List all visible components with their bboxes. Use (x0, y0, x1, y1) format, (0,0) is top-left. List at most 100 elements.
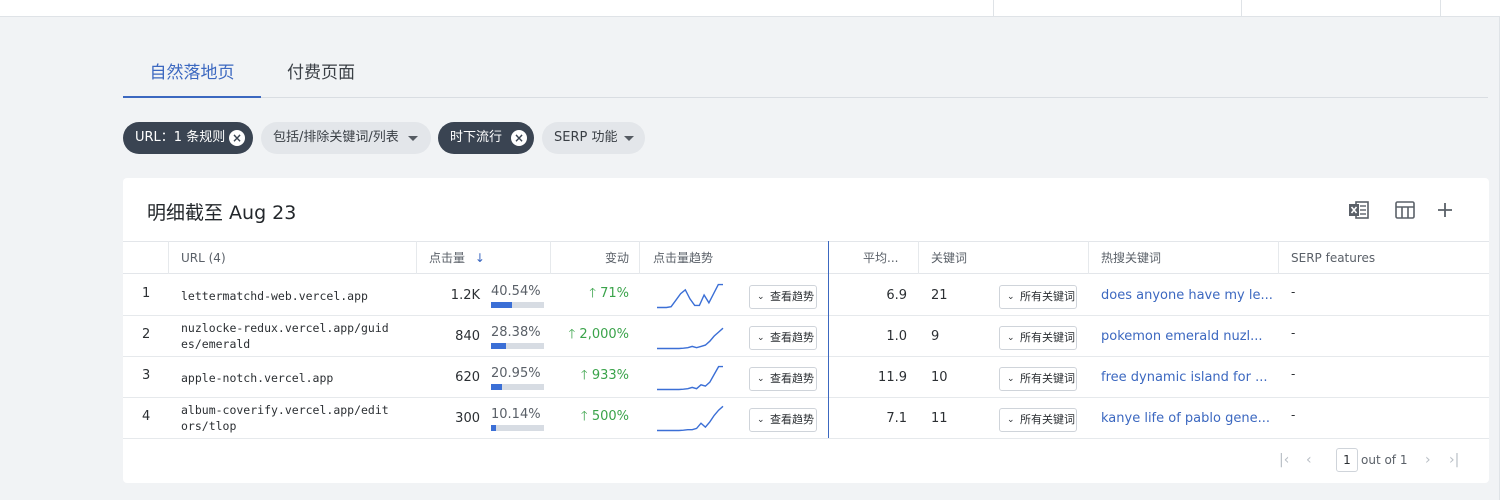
all-keywords-button[interactable]: ⌄ 所有关键词 (999, 285, 1077, 309)
view-trend-button-label: 查看趋势 (770, 413, 814, 426)
column-header-clicks[interactable]: 点击量 ↓ (429, 242, 485, 274)
column-divider (550, 241, 551, 274)
serp-features-filter[interactable]: SERP 功能 (542, 122, 645, 154)
last-page-icon[interactable]: ›| (1449, 452, 1459, 468)
page-count-label: out of 1 (1361, 453, 1408, 467)
top-bar-divider (993, 0, 994, 17)
change-value-text: 71% (600, 286, 629, 301)
view-trend-button[interactable]: ⌄ 查看趋势 (749, 326, 817, 350)
avg-position-value: 11.9 (878, 370, 907, 385)
url-link[interactable]: lettermatchd-web.vercel.app (181, 288, 368, 304)
table-row: 4 album-coverify.vercel.app/edit ors/tlop 3… (123, 398, 1489, 439)
trending-filter-label: 时下流行 (450, 130, 503, 145)
url-link[interactable]: nuzlocke-redux.vercel.app/guid es/emerald (181, 320, 389, 352)
all-keywords-button-label: 所有关键词 (1020, 372, 1075, 385)
chevron-down-icon (624, 136, 634, 141)
sort-down-arrow-icon: ↓ (474, 251, 485, 265)
url-link[interactable]: album-coverify.vercel.app/edit ors/tlop (181, 402, 389, 434)
clicks-value: 840 (455, 329, 480, 344)
hot-keyword-link[interactable]: does anyone have my le... (1101, 288, 1273, 303)
clicks-share: 20.95% (491, 366, 541, 381)
all-keywords-button[interactable]: ⌄ 所有关键词 (999, 408, 1077, 432)
chevron-down-icon: ⌄ (1007, 374, 1015, 384)
chevron-down-icon: ⌄ (757, 333, 765, 343)
page-number-input[interactable]: 1 (1336, 448, 1358, 472)
prev-page-icon[interactable]: ‹ (1306, 452, 1312, 468)
table-row: 3 apple-notch.vercel.app 620 20.95% 🡑 933% ⌄ 查… (123, 357, 1489, 398)
click-trend-sparkline (657, 405, 724, 432)
hot-keyword-link[interactable]: pokemon emerald nuzl... (1101, 329, 1263, 344)
hot-keyword-link[interactable]: kanye life of pablo gene... (1101, 411, 1270, 426)
chevron-down-icon: ⌄ (757, 415, 765, 425)
card-title: 明细截至 Aug 23 (147, 202, 297, 224)
tab-organic-pages[interactable]: 自然落地页 (123, 56, 261, 98)
row-index: 2 (142, 327, 151, 342)
chevron-down-icon (408, 136, 418, 141)
view-trend-button[interactable]: ⌄ 查看趋势 (749, 285, 817, 309)
view-trend-button[interactable]: ⌄ 查看趋势 (749, 408, 817, 432)
url-link[interactable]: apple-notch.vercel.app (181, 370, 333, 386)
chevron-down-icon: ⌄ (757, 374, 765, 384)
change-value: 🡑 933% (581, 366, 629, 388)
clicks-share: 40.54% (491, 284, 541, 299)
column-divider (416, 241, 417, 274)
tab-paid-pages[interactable]: 付费页面 (271, 56, 371, 97)
all-keywords-button[interactable]: ⌄ 所有关键词 (999, 326, 1077, 350)
column-header-keywords[interactable]: 关键词 (931, 242, 967, 274)
sparkline-line (657, 283, 723, 309)
row-index: 4 (142, 409, 151, 424)
table-columns-icon[interactable] (1393, 198, 1417, 222)
chevron-down-icon: ⌄ (1007, 333, 1015, 343)
serp-features-value: - (1291, 285, 1296, 299)
clicks-value: 620 (455, 370, 480, 385)
serp-features-value: - (1291, 367, 1296, 381)
view-trend-button[interactable]: ⌄ 查看趋势 (749, 367, 817, 391)
change-value-text: 933% (591, 368, 629, 383)
column-header-serp-features[interactable]: SERP features (1291, 242, 1375, 274)
next-page-icon[interactable]: › (1425, 452, 1431, 468)
all-keywords-button[interactable]: ⌄ 所有关键词 (999, 367, 1077, 391)
clicks-value: 1.2K (450, 288, 480, 303)
remove-filter-icon[interactable]: × (229, 130, 245, 146)
change-value: 🡑 500% (581, 407, 629, 429)
up-arrow-icon: 🡑 (580, 368, 588, 383)
chevron-down-icon: ⌄ (757, 292, 765, 302)
keyword-count: 9 (931, 329, 940, 344)
clicks-share: 28.38% (491, 325, 541, 340)
clicks-share-bar-fill (491, 384, 503, 390)
clicks-share-bar-fill (491, 302, 513, 308)
hot-keyword-link[interactable]: free dynamic island for ... (1101, 370, 1267, 385)
change-value-text: 2,000% (579, 327, 629, 342)
url-text-line: es/emerald (181, 337, 251, 351)
first-page-icon[interactable]: |‹ (1279, 452, 1289, 468)
url-rule-filter[interactable]: URL：1 条规则 × (123, 122, 253, 154)
clicks-share-bar (491, 384, 544, 390)
sparkline-line (657, 405, 724, 432)
clicks-share-bar-fill (491, 425, 497, 431)
view-trend-button-label: 查看趋势 (770, 331, 814, 344)
click-trend-sparkline (657, 283, 723, 309)
plus-icon[interactable] (1433, 198, 1457, 222)
column-header-url[interactable]: URL (4) (181, 242, 226, 274)
remove-filter-icon[interactable]: × (511, 130, 527, 146)
clicks-value: 300 (455, 411, 480, 426)
results-card: 明细截至 Aug 23 URL (4) 点击量 ↓ 变动 点击量趋势 平均...… (123, 178, 1489, 483)
include-exclude-keyword-filter[interactable]: 包括/排除关键词/列表 (261, 122, 431, 154)
sparkline-line (657, 327, 724, 350)
url-rule-filter-label: URL：1 条规则 (135, 130, 226, 145)
excel-export-icon[interactable] (1347, 198, 1371, 222)
all-keywords-button-label: 所有关键词 (1020, 290, 1075, 303)
table-header: URL (4) 点击量 ↓ 变动 点击量趋势 平均... 关键词 热搜关键词 S… (123, 241, 1489, 274)
column-header-change[interactable]: 变动 (605, 242, 629, 274)
column-header-hot-keyword[interactable]: 热搜关键词 (1101, 242, 1161, 274)
avg-position-value: 1.0 (886, 329, 907, 344)
clicks-share-bar-fill (491, 343, 507, 349)
frozen-column-divider (828, 241, 829, 438)
trending-filter[interactable]: 时下流行 × (438, 122, 534, 154)
column-header-avg-position[interactable]: 平均... (863, 242, 898, 274)
url-text-line: lettermatchd-web.vercel.app (181, 289, 368, 303)
column-header-click-trend[interactable]: 点击量趋势 (653, 242, 713, 274)
serp-features-filter-label: SERP 功能 (554, 130, 618, 145)
table-row: 2 nuzlocke-redux.vercel.app/guid es/emeral… (123, 316, 1489, 357)
table-row: 1 lettermatchd-web.vercel.app 1.2K 40.54% 🡑 … (123, 275, 1489, 316)
